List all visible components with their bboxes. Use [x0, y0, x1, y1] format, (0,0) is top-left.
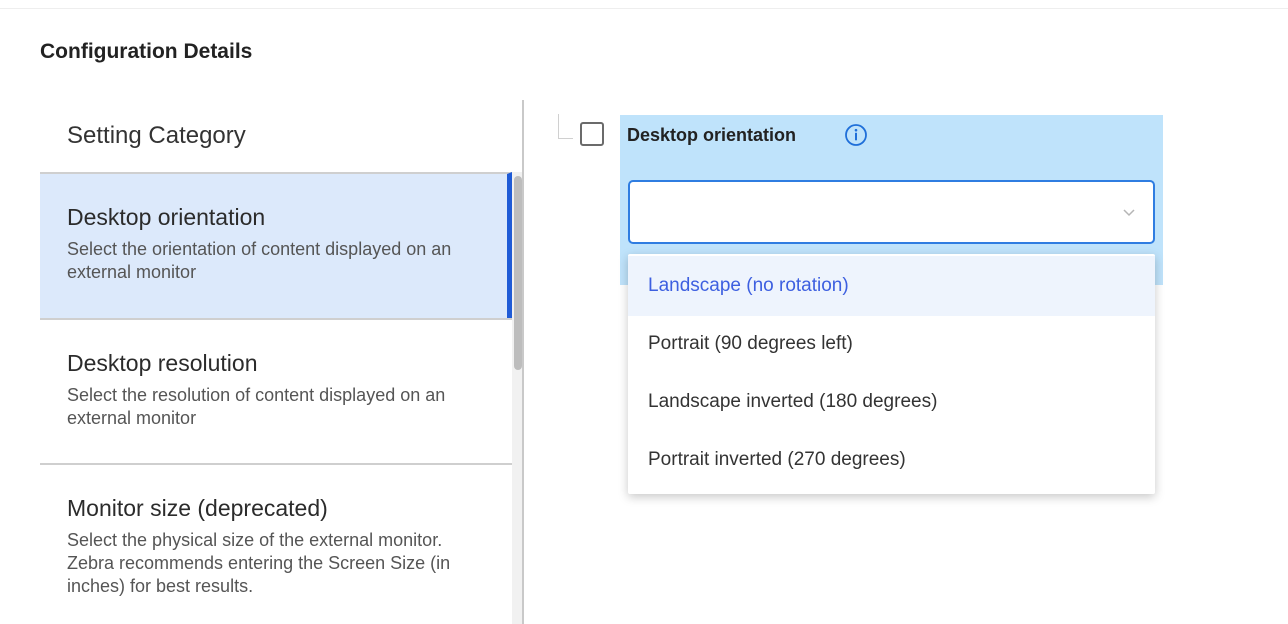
category-item-description: Select the resolution of content display… [67, 385, 446, 428]
category-item-desktop-resolution[interactable]: Desktop resolution Select the resolution… [40, 318, 512, 463]
category-list-header: Setting Category [67, 122, 246, 149]
setting-label: Desktop orientation [627, 125, 797, 145]
category-item-description: Select the physical size of the external… [67, 530, 451, 596]
chevron-down-icon [1121, 204, 1137, 220]
tree-connector-line [558, 114, 573, 139]
category-item-title: Monitor size (deprecated) [67, 495, 328, 521]
category-item-description: Select the orientation of content displa… [67, 239, 452, 282]
section-title: Configuration Details [40, 40, 253, 63]
desktop-orientation-select[interactable] [628, 180, 1155, 244]
option-landscape-inverted[interactable]: Landscape inverted (180 degrees) [628, 372, 1155, 432]
option-portrait-inverted[interactable]: Portrait inverted (270 degrees) [628, 430, 1155, 490]
category-item-monitor-size[interactable]: Monitor size (deprecated) Select the phy… [40, 463, 512, 624]
category-item-title: Desktop orientation [67, 204, 266, 230]
category-item-title: Desktop resolution [67, 350, 258, 376]
info-icon[interactable] [843, 122, 869, 148]
setting-checkbox[interactable] [580, 122, 604, 146]
category-item-desktop-orientation[interactable]: Desktop orientation Select the orientati… [40, 172, 512, 318]
panel-divider [522, 100, 524, 624]
scrollbar-thumb[interactable] [514, 176, 522, 370]
option-landscape[interactable]: Landscape (no rotation) [628, 256, 1155, 316]
top-divider [0, 8, 1288, 9]
dropdown-menu: Landscape (no rotation) Portrait (90 deg… [628, 254, 1155, 494]
setting-category-list: Setting Category Desktop orientation Sel… [40, 100, 526, 624]
option-portrait[interactable]: Portrait (90 degrees left) [628, 314, 1155, 374]
